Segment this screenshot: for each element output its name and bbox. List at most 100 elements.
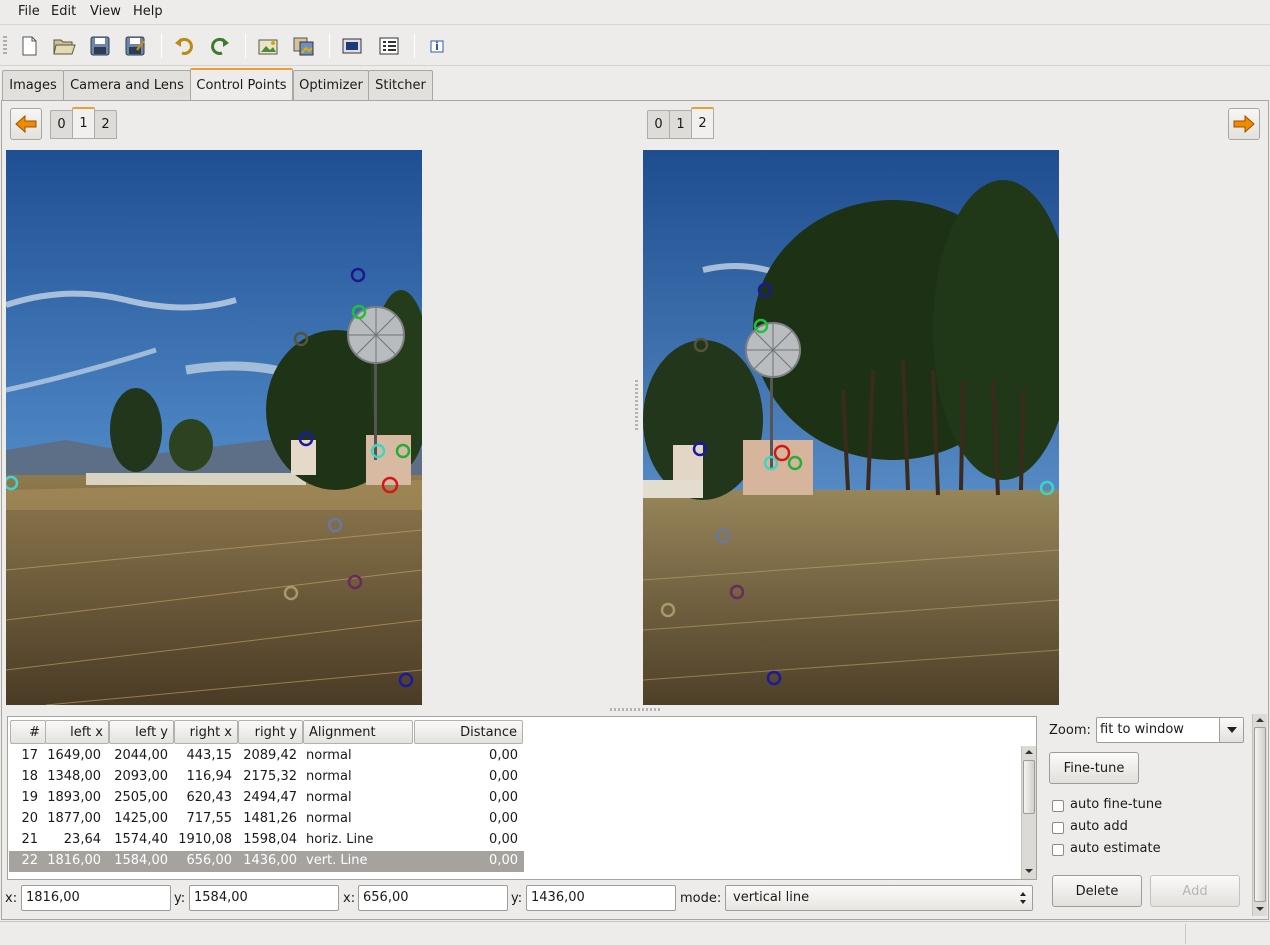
column-header-right-y[interactable]: right y — [238, 720, 303, 744]
left-image-tab-2[interactable]: 2 — [94, 110, 117, 139]
cell-distance: 0,00 — [489, 748, 518, 763]
add-image-icon[interactable] — [254, 32, 282, 60]
add-series-icon[interactable] — [290, 32, 318, 60]
cell-number: 22 — [21, 853, 38, 868]
tab-optimizer[interactable]: Optimizer — [293, 70, 369, 100]
cell-alignment: vert. Line — [306, 853, 368, 868]
auto-fine-tune-checkbox[interactable] — [1052, 800, 1064, 812]
table-row[interactable]: 17 1649,00 2044,00 443,15 2089,42 normal 0,00 — [9, 746, 524, 767]
left-x-label: x: — [5, 891, 18, 906]
right-x-label: x: — [343, 891, 356, 906]
delete-button[interactable]: Delete — [1052, 875, 1142, 907]
toolbar-separator — [329, 34, 330, 58]
info-icon[interactable] — [423, 32, 451, 60]
table-row[interactable]: 21 23,64 1574,40 1910,08 1598,04 horiz. Line 0… — [9, 830, 524, 851]
batch-icon[interactable] — [375, 32, 403, 60]
cell-left-x: 1348,00 — [47, 769, 101, 784]
chevron-down-icon — [1227, 727, 1237, 733]
zoom-combo[interactable]: fit to window — [1096, 717, 1244, 743]
previous-image-button[interactable] — [10, 108, 42, 140]
scroll-thumb[interactable] — [1254, 727, 1266, 902]
left-image-view[interactable] — [6, 150, 422, 705]
toolbar-separator — [245, 34, 246, 58]
right-image-tab-1[interactable]: 1 — [669, 110, 692, 139]
horizontal-splitter[interactable] — [610, 708, 660, 711]
auto-add-checkbox[interactable] — [1052, 822, 1064, 834]
table-row[interactable]: 18 1348,00 2093,00 116,94 2175,32 normal 0,00 — [9, 767, 524, 788]
add-button[interactable]: Add — [1150, 875, 1240, 907]
scroll-down-icon[interactable] — [1254, 903, 1266, 919]
left-y-field[interactable]: 1584,00 — [189, 885, 339, 911]
scroll-up-icon[interactable] — [1023, 746, 1035, 758]
left-y-label: y: — [174, 891, 186, 906]
scroll-thumb[interactable] — [1023, 760, 1035, 814]
right-x-field[interactable]: 656,00 — [358, 885, 508, 911]
cell-left-y: 2093,00 — [114, 769, 168, 784]
save-as-icon[interactable] — [121, 32, 149, 60]
redo-icon[interactable] — [206, 32, 234, 60]
left-x-field[interactable]: 1816,00 — [21, 885, 171, 911]
toolbar-grip[interactable] — [3, 36, 7, 56]
updown-icon — [1020, 892, 1026, 904]
zoom-dropdown-button[interactable] — [1219, 718, 1243, 742]
right-image-view[interactable] — [643, 150, 1059, 705]
left-image-tab-0[interactable]: 0 — [50, 110, 73, 139]
left-image-tab-1[interactable]: 1 — [72, 107, 95, 139]
column-header-left-y[interactable]: left y — [109, 720, 174, 744]
tab-control-points[interactable]: Control Points — [190, 68, 293, 101]
cell-alignment: normal — [306, 769, 352, 784]
column-header-distance[interactable]: Distance — [414, 720, 523, 744]
cell-left-y: 1574,40 — [114, 832, 168, 847]
menu-file[interactable]: File — [18, 4, 40, 19]
right-image-tab-0[interactable]: 0 — [647, 110, 670, 139]
cell-number: 18 — [21, 769, 38, 784]
right-y-field[interactable]: 1436,00 — [526, 885, 676, 911]
next-image-button[interactable] — [1228, 108, 1260, 140]
menu-help[interactable]: Help — [133, 4, 163, 19]
statusbar-divider — [1185, 924, 1186, 944]
cell-right-x: 443,15 — [186, 748, 233, 763]
tab-images[interactable]: Images — [2, 70, 64, 100]
cell-alignment: normal — [306, 811, 352, 826]
new-icon[interactable] — [15, 32, 43, 60]
preview-icon[interactable] — [338, 32, 366, 60]
cell-distance: 0,00 — [489, 811, 518, 826]
toolbar — [0, 26, 1270, 66]
cell-right-x: 1910,08 — [178, 832, 232, 847]
column-header-right-x[interactable]: right x — [174, 720, 238, 744]
zoom-value: fit to window — [1100, 722, 1184, 737]
cell-right-y: 2089,42 — [243, 748, 297, 763]
menu-view[interactable]: View — [90, 4, 121, 19]
column-header-left-x[interactable]: left x — [45, 720, 109, 744]
scroll-down-icon[interactable] — [1023, 865, 1035, 877]
cell-right-x: 620,43 — [186, 790, 233, 805]
right-image-tab-2[interactable]: 2 — [691, 107, 714, 139]
table-row[interactable]: 19 1893,00 2505,00 620,43 2494,47 normal 0,00 — [9, 788, 524, 809]
menubar: File Edit View Help — [0, 0, 1270, 25]
table-row[interactable]: 20 1877,00 1425,00 717,55 1481,26 normal 0,00 — [9, 809, 524, 830]
mode-select-value: vertical line — [733, 890, 810, 905]
cell-right-y: 1481,26 — [243, 811, 297, 826]
menu-edit[interactable]: Edit — [51, 4, 76, 19]
panel-splitter[interactable] — [635, 380, 638, 430]
table-row[interactable]: 22 1816,00 1584,00 656,00 1436,00 vert. Line 0… — [9, 851, 524, 872]
cell-left-y: 2505,00 — [114, 790, 168, 805]
table-scrollbar[interactable] — [1021, 746, 1036, 879]
cell-left-x: 23,64 — [63, 832, 101, 847]
save-icon[interactable] — [86, 32, 114, 60]
side-panel-scrollbar[interactable] — [1252, 714, 1267, 916]
tab-stitcher[interactable]: Stitcher — [368, 70, 433, 100]
column-header-number[interactable]: # — [10, 720, 46, 744]
control-points-table: # left x left y right x right y Alignmen… — [7, 716, 1037, 880]
cell-distance: 0,00 — [489, 853, 518, 868]
mode-select[interactable]: vertical line — [725, 885, 1033, 911]
tab-camera-and-lens[interactable]: Camera and Lens — [63, 70, 191, 100]
fine-tune-button[interactable]: Fine-tune — [1049, 752, 1139, 784]
cell-left-y: 1584,00 — [114, 853, 168, 868]
auto-estimate-checkbox[interactable] — [1052, 844, 1064, 856]
undo-icon[interactable] — [170, 32, 198, 60]
column-header-alignment[interactable]: Alignment — [303, 720, 413, 744]
arrow-right-icon — [1233, 115, 1255, 133]
open-icon[interactable] — [50, 32, 78, 60]
cell-left-y: 2044,00 — [114, 748, 168, 763]
